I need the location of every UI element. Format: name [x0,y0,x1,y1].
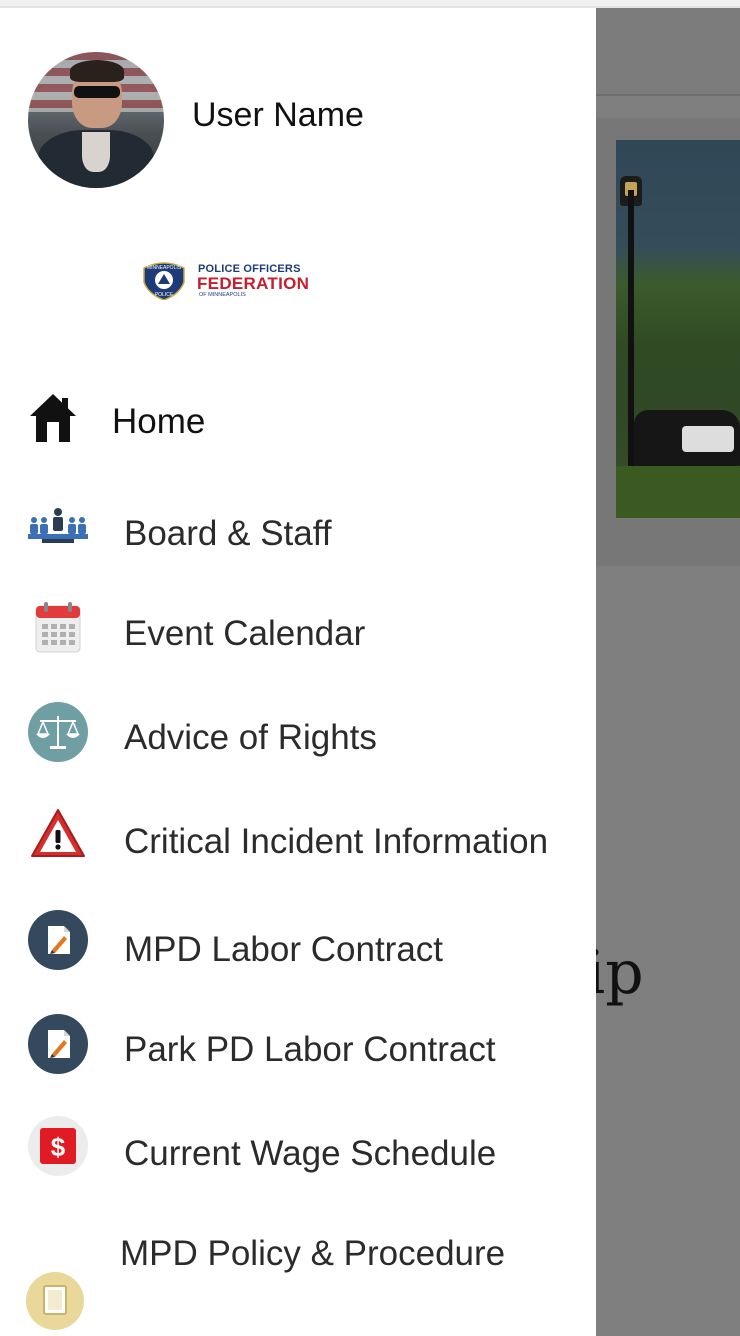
menu-item-mpd-policy-procedure[interactable]: MPD Policy & Procedure [0,1204,596,1336]
police-badge-icon: MINNEAPOLIS POLICE [143,262,185,300]
menu-item-park-pd-labor-contract[interactable]: Park PD Labor Contract [0,996,596,1096]
federation-logo: MINNEAPOLIS POLICE POLICE OFFICERS FEDER… [140,260,310,304]
board-staff-icon [28,508,88,543]
menu-item-label: Park PD Labor Contract [124,1030,496,1069]
menu-item-home[interactable]: Home [0,372,596,472]
police-car [634,410,740,470]
avatar[interactable] [28,52,164,188]
navigation-drawer: User Name MINNEAPOLIS POLICE POLICE OFFI… [0,8,596,1336]
background-photo [616,140,740,518]
document-pen-icon [28,1014,88,1074]
book-icon [26,1272,84,1330]
menu-item-current-wage-schedule[interactable]: $ Current Wage Schedule [0,1100,596,1200]
menu-item-label: MPD Labor Contract [124,930,444,969]
badge-bottom-text: POLICE [155,292,174,298]
avatar-hair [70,60,124,82]
user-name[interactable]: User Name [192,96,364,135]
scales-icon [28,702,88,762]
document-pen-icon [28,910,88,970]
warning-icon [31,809,85,857]
calendar-icon [35,602,81,653]
background-header [596,8,740,96]
status-bar [0,0,740,8]
background-app-overlay[interactable]: ip [596,8,740,1336]
hedge [616,466,740,518]
logo-line-3: OF MINNEAPOLIS [199,292,246,298]
avatar-shirt [82,132,110,172]
menu-item-board-staff[interactable]: Board & Staff [0,476,596,576]
menu-item-label: Critical Incident Information [124,822,549,861]
menu-item-label: Event Calendar [124,614,366,653]
menu-item-critical-incident[interactable]: Critical Incident Information [0,788,596,888]
menu-item-label: Home [112,402,206,441]
dollar-icon: $ [28,1116,88,1176]
menu-item-label: Advice of Rights [124,718,377,757]
avatar-sunglasses [74,86,120,98]
menu-item-label: Board & Staff [124,514,332,553]
home-icon [30,394,76,442]
menu-item-label: MPD Policy & Procedure [120,1234,506,1273]
svg-text:$: $ [51,1132,66,1162]
background-text: ip [596,938,644,1008]
menu-item-mpd-labor-contract[interactable]: MPD Labor Contract [0,892,596,992]
menu-item-event-calendar[interactable]: Event Calendar [0,580,596,680]
badge-top-text: MINNEAPOLIS [147,265,182,271]
menu-item-label: Current Wage Schedule [124,1134,497,1173]
menu-item-advice-of-rights[interactable]: Advice of Rights [0,684,596,784]
logo-line-2: FEDERATION [197,274,310,293]
